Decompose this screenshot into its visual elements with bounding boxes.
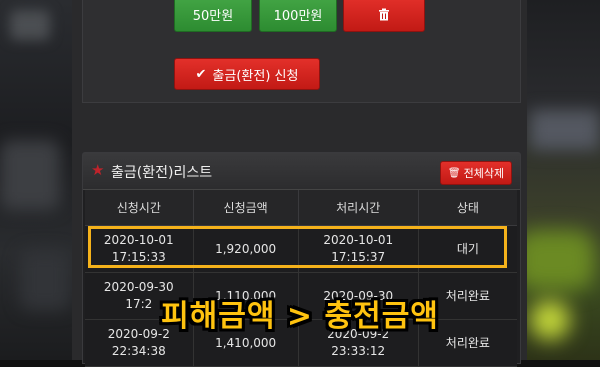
request-time: 22:34:38 xyxy=(111,344,166,358)
table-row[interactable]: 2020-10-01 17:15:33 1,920,000 2020-10-01 1… xyxy=(85,225,517,273)
clear-amount-button[interactable] xyxy=(343,0,425,32)
status-cell: 대기 xyxy=(418,225,517,273)
request-time: 17:15:33 xyxy=(111,250,166,264)
column-header-amount[interactable]: 신청금액 xyxy=(193,190,299,226)
request-date: 2020-10-01 xyxy=(103,233,174,247)
column-header-request-time[interactable]: 신청시간 xyxy=(85,190,194,226)
withdraw-table: 신청시간 신청금액 처리시간 상태 2020-10-01 17:15:33 1,9… xyxy=(85,190,517,367)
check-icon: ✔ xyxy=(195,66,207,82)
column-header-process-time[interactable]: 처리시간 xyxy=(298,190,419,226)
delete-all-label: 전체삭제 xyxy=(463,167,505,180)
withdraw-request-label: 출금(환전) 신청 xyxy=(212,68,299,84)
process-date: 2020-10-01 xyxy=(323,233,394,247)
withdraw-form-panel: 50만원 100만원 ✔ 출금(환전) 신청 xyxy=(82,0,521,103)
process-time: 17:15:37 xyxy=(331,250,386,264)
process-time: 23:33:12 xyxy=(331,344,386,358)
amount-50-button[interactable]: 50만원 xyxy=(174,0,252,32)
trash-icon xyxy=(379,8,389,20)
amount-100-button[interactable]: 100만원 xyxy=(259,0,337,32)
amount-cell: 1,920,000 xyxy=(193,225,299,273)
list-title: 출금(환전)리스트 xyxy=(111,165,213,181)
overlay-caption: 피해금액 > 충전금액 xyxy=(161,299,439,334)
list-header: ★ 출금(환전)리스트 🗑 전체삭제 xyxy=(83,153,520,190)
trash-icon: 🗑 xyxy=(447,167,461,179)
delete-all-button[interactable]: 🗑 전체삭제 xyxy=(440,161,512,185)
star-icon: ★ xyxy=(91,161,105,179)
column-header-status[interactable]: 상태 xyxy=(418,190,517,226)
withdraw-request-button[interactable]: ✔ 출금(환전) 신청 xyxy=(174,58,320,90)
